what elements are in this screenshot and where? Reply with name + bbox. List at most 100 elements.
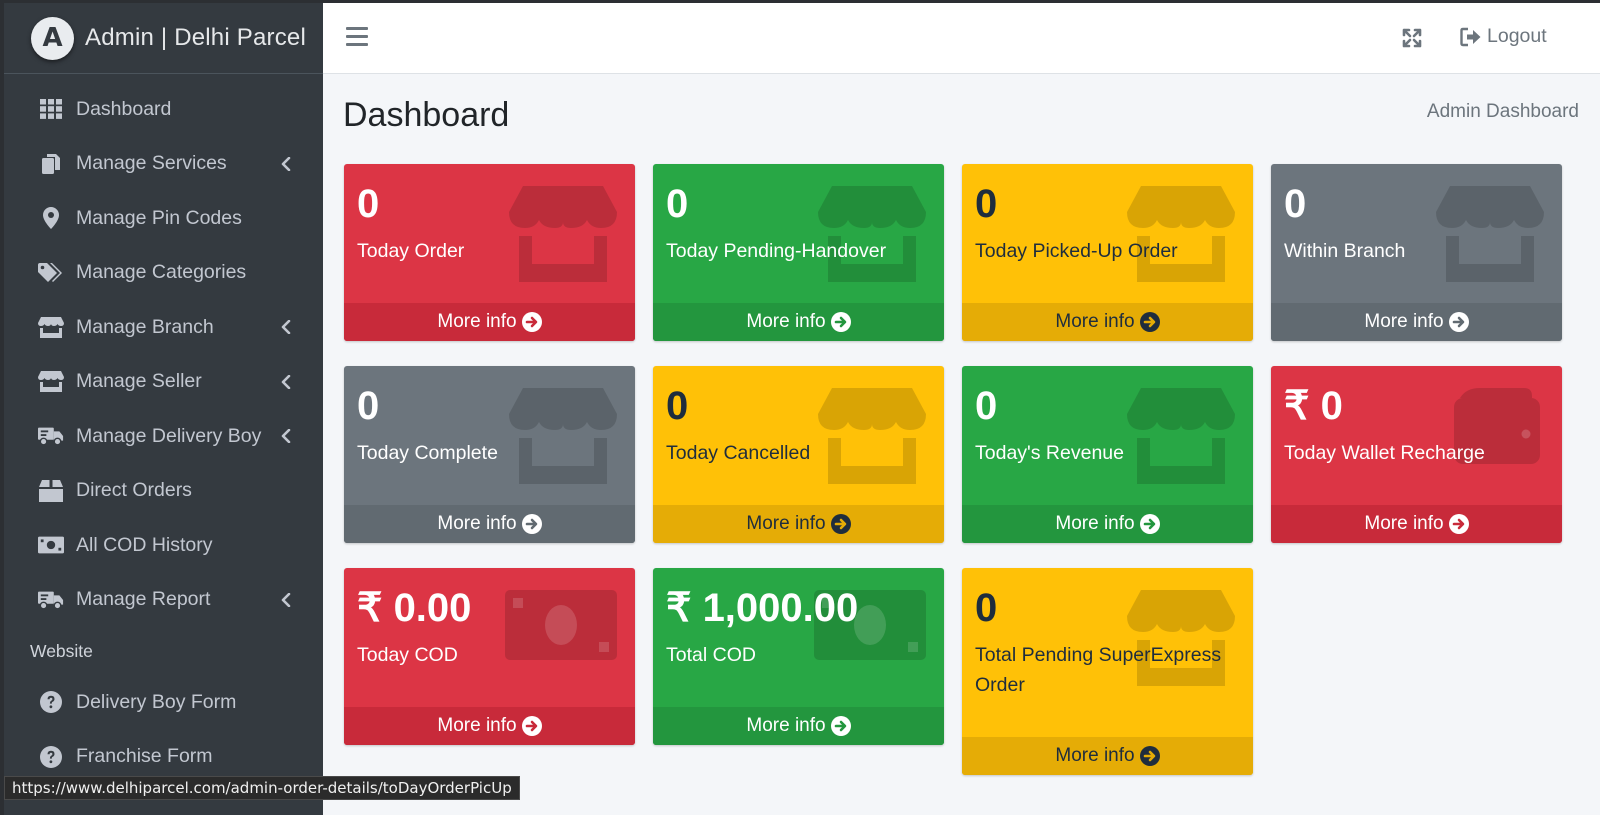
stat-value: 0 bbox=[357, 182, 380, 226]
more-info-link[interactable]: More info bbox=[344, 707, 635, 745]
sidebar-item-manage-services[interactable]: Manage Services bbox=[4, 137, 323, 192]
stat-label: Today COD bbox=[357, 644, 458, 666]
chevron-left-icon bbox=[281, 592, 291, 607]
chevron-left-icon bbox=[281, 156, 291, 171]
sidebar-nav: Dashboard Manage Services Manage Pin Codes… bbox=[4, 74, 323, 784]
arrow-circle-right-icon bbox=[1139, 312, 1160, 332]
more-info-label: More info bbox=[746, 311, 826, 332]
stat-value: ₹ 1,000.00 bbox=[666, 586, 859, 630]
stat-value: 0 bbox=[357, 384, 380, 428]
stat-value: ₹ 0 bbox=[1284, 384, 1343, 428]
sidebar-item-label: Manage Report bbox=[76, 588, 211, 611]
box-icon bbox=[38, 478, 64, 504]
more-info-label: More info bbox=[437, 311, 517, 332]
chevron-left-icon bbox=[281, 320, 291, 335]
stat-value: ₹ 0.00 bbox=[357, 586, 472, 630]
stat-card-total-pending-superexpress-order: 0 Total Pending SuperExpress Order More in… bbox=[962, 568, 1253, 775]
sidebar: A Admin | Delhi Parcel Dashboard Manage S… bbox=[4, 3, 323, 815]
more-info-link[interactable]: More info bbox=[344, 505, 635, 543]
more-info-link[interactable]: More info bbox=[1271, 505, 1562, 543]
breadcrumb: Admin Dashboard bbox=[1426, 101, 1579, 122]
arrow-circle-right-icon bbox=[521, 514, 542, 534]
copy-icon bbox=[38, 151, 64, 177]
sidebar-item-label: Delivery Boy Form bbox=[76, 690, 237, 713]
stat-card-today-s-revenue: 0 Today's Revenue More info bbox=[962, 366, 1253, 543]
logout-button[interactable]: Logout bbox=[1460, 25, 1547, 48]
sign-out-icon bbox=[1460, 27, 1481, 46]
sidebar-item-manage-categories[interactable]: Manage Categories bbox=[4, 246, 323, 301]
sidebar-item-manage-delivery-boy[interactable]: Manage Delivery Boy bbox=[4, 409, 323, 464]
fullscreen-icon[interactable] bbox=[1401, 27, 1423, 49]
sidebar-item-manage-report[interactable]: Manage Report bbox=[4, 573, 323, 628]
sidebar-item-manage-branch[interactable]: Manage Branch bbox=[4, 300, 323, 355]
sidebar-item-manage-seller[interactable]: Manage Seller bbox=[4, 355, 323, 410]
more-info-link[interactable]: More info bbox=[962, 505, 1253, 543]
stat-value: 0 bbox=[1284, 182, 1307, 226]
more-info-label: More info bbox=[1364, 311, 1444, 332]
arrow-circle-right-icon bbox=[830, 312, 851, 332]
truck-icon bbox=[38, 587, 64, 613]
arrow-circle-right-icon bbox=[521, 312, 542, 332]
more-info-link[interactable]: More info bbox=[344, 303, 635, 341]
more-info-link[interactable]: More info bbox=[653, 303, 944, 341]
brand-title: Admin | Delhi Parcel bbox=[85, 24, 306, 51]
money-bill-icon bbox=[38, 532, 64, 558]
stat-label: Today Wallet Recharge bbox=[1284, 442, 1485, 464]
more-info-label: More info bbox=[746, 513, 826, 534]
stat-label: Today Order bbox=[357, 240, 465, 262]
stat-label: Today's Revenue bbox=[975, 442, 1124, 464]
arrow-circle-right-icon bbox=[830, 716, 851, 736]
more-info-link[interactable]: More info bbox=[653, 505, 944, 543]
more-info-link[interactable]: More info bbox=[962, 737, 1253, 775]
hamburger-menu-icon[interactable] bbox=[346, 27, 368, 47]
more-info-label: More info bbox=[1055, 513, 1135, 534]
sidebar-item-label: Manage Delivery Boy bbox=[76, 424, 262, 447]
chevron-left-icon bbox=[281, 429, 291, 444]
more-info-link[interactable]: More info bbox=[653, 707, 944, 745]
sidebar-item-label: Manage Seller bbox=[76, 370, 202, 393]
question-circle-icon bbox=[38, 744, 64, 770]
more-info-link[interactable]: More info bbox=[1271, 303, 1562, 341]
stat-card-today-wallet-recharge: ₹ 0 Today Wallet Recharge More info bbox=[1271, 366, 1562, 543]
sidebar-item-all-cod-history[interactable]: All COD History bbox=[4, 518, 323, 573]
stat-card-within-branch: 0 Within Branch More info bbox=[1271, 164, 1562, 341]
stat-card-today-picked-up-order: 0 Today Picked-Up Order More info bbox=[962, 164, 1253, 341]
stat-value: 0 bbox=[666, 384, 689, 428]
stat-value: 0 bbox=[975, 384, 998, 428]
stat-label: Today Cancelled bbox=[666, 442, 811, 464]
sidebar-item-manage-pin-codes[interactable]: Manage Pin Codes bbox=[4, 191, 323, 246]
tags-icon bbox=[38, 260, 64, 286]
stat-value: 0 bbox=[666, 182, 689, 226]
store-icon bbox=[38, 314, 64, 340]
stat-card-today-cod: ₹ 0.00 Today COD More info bbox=[344, 568, 635, 745]
page-title: Dashboard bbox=[343, 96, 510, 134]
sidebar-item-direct-orders[interactable]: Direct Orders bbox=[4, 464, 323, 519]
more-info-link[interactable]: More info bbox=[962, 303, 1253, 341]
brand-logo: A bbox=[31, 16, 74, 60]
sidebar-item-label: Manage Pin Codes bbox=[76, 206, 242, 229]
sidebar-item-label: Manage Services bbox=[76, 152, 227, 175]
stat-label: Today Complete bbox=[357, 442, 498, 464]
stat-label: Today Pending-Handover bbox=[666, 240, 887, 262]
sidebar-item-label: All COD History bbox=[76, 533, 213, 556]
browser-status-url: https://www.delhiparcel.com/admin-order-… bbox=[4, 776, 520, 800]
brand-link[interactable]: A Admin | Delhi Parcel bbox=[4, 3, 323, 74]
sidebar-item-dashboard[interactable]: Dashboard bbox=[4, 82, 323, 137]
chevron-left-icon bbox=[281, 374, 291, 389]
stat-label: Today Picked-Up Order bbox=[975, 240, 1178, 262]
more-info-label: More info bbox=[1055, 311, 1135, 332]
stat-label: Total COD bbox=[666, 644, 756, 666]
more-info-label: More info bbox=[437, 715, 517, 736]
stat-label: Within Branch bbox=[1284, 240, 1406, 262]
sidebar-item-label: Manage Branch bbox=[76, 315, 214, 338]
question-circle-icon bbox=[38, 689, 64, 715]
sidebar-item-delivery-boy-form[interactable]: Delivery Boy Form bbox=[4, 675, 323, 730]
arrow-circle-right-icon bbox=[1139, 514, 1160, 534]
sidebar-section-header: Website bbox=[30, 640, 93, 661]
stat-value: 0 bbox=[975, 586, 998, 630]
more-info-label: More info bbox=[746, 715, 826, 736]
stat-card-today-pending-handover: 0 Today Pending-Handover More info bbox=[653, 164, 944, 341]
brand-logo-letter: A bbox=[42, 23, 63, 53]
top-navbar: Logout bbox=[323, 3, 1600, 74]
sidebar-item-label: Franchise Form bbox=[76, 745, 213, 768]
